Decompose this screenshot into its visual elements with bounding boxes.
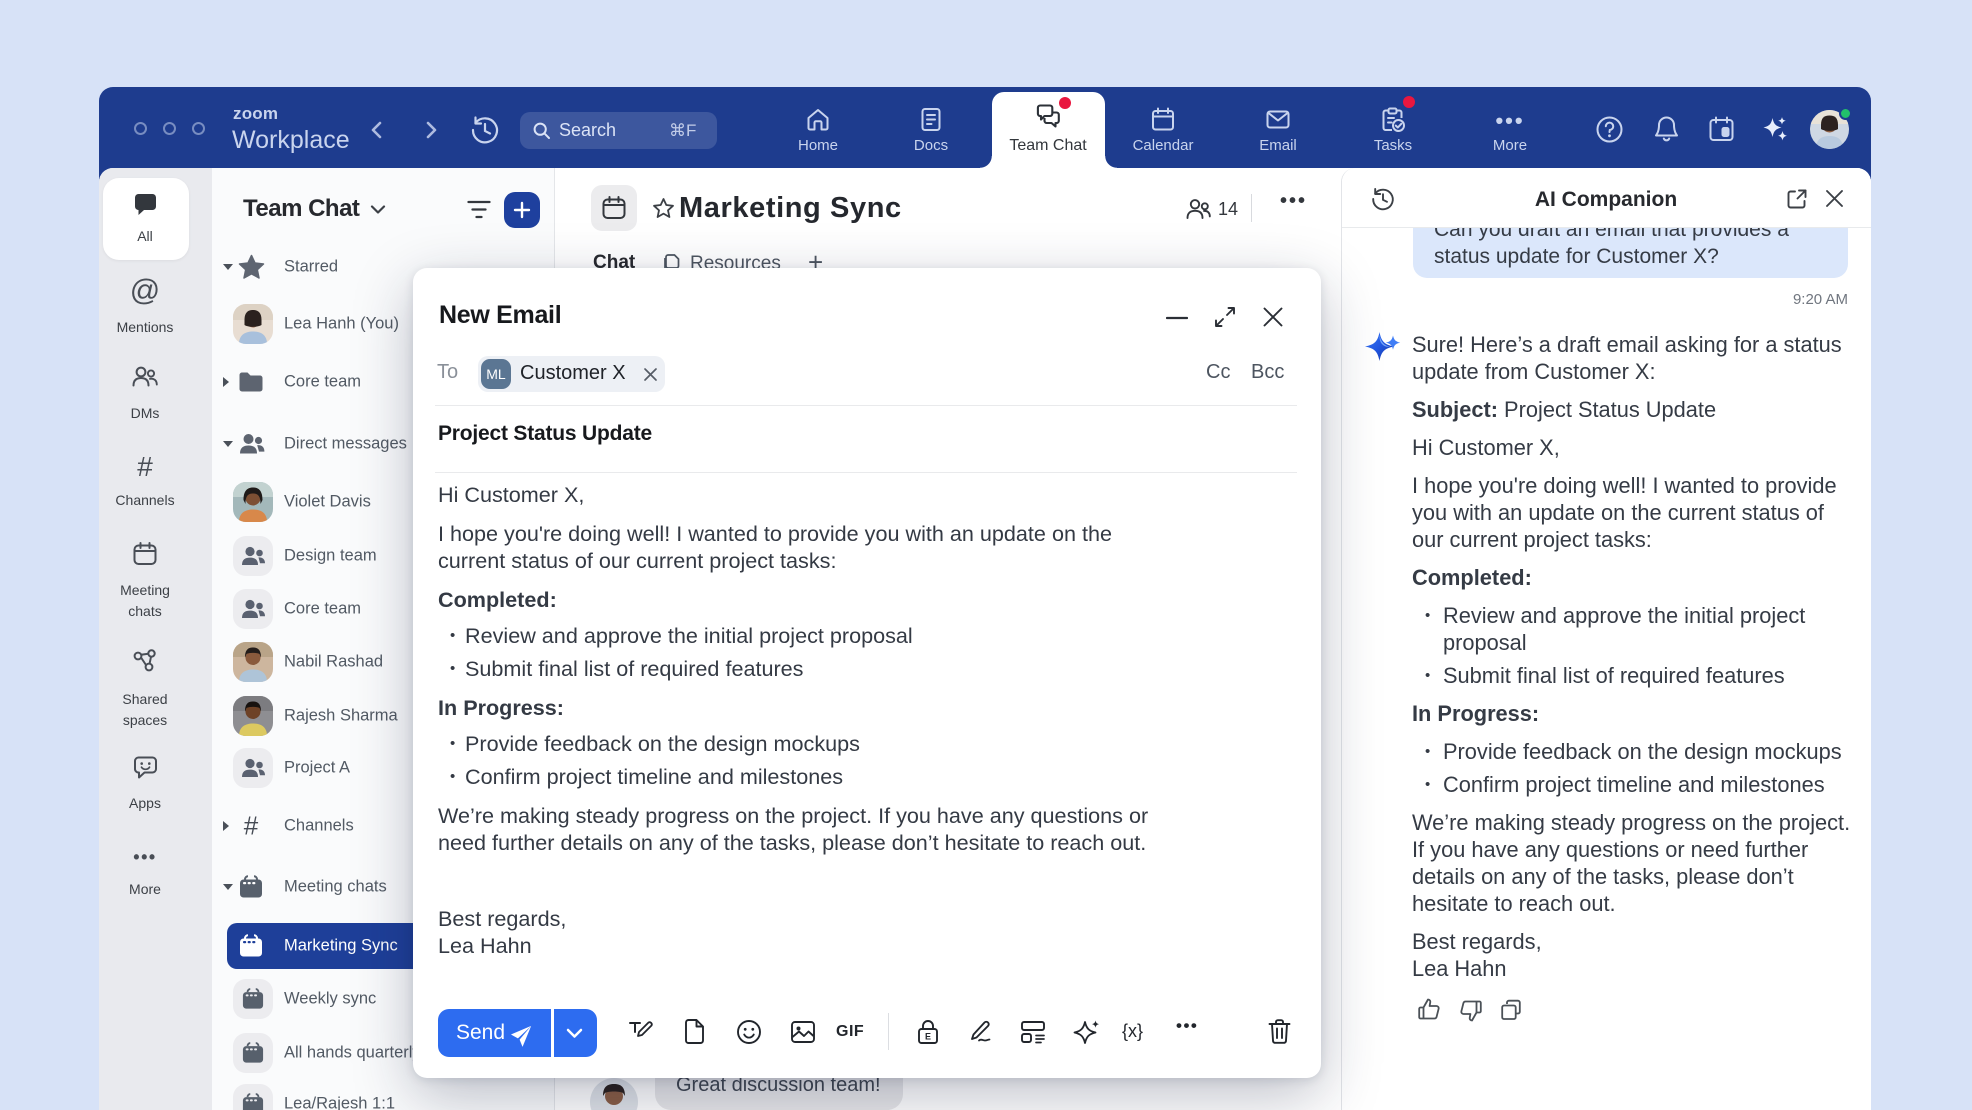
svg-text:E: E	[925, 1032, 931, 1042]
